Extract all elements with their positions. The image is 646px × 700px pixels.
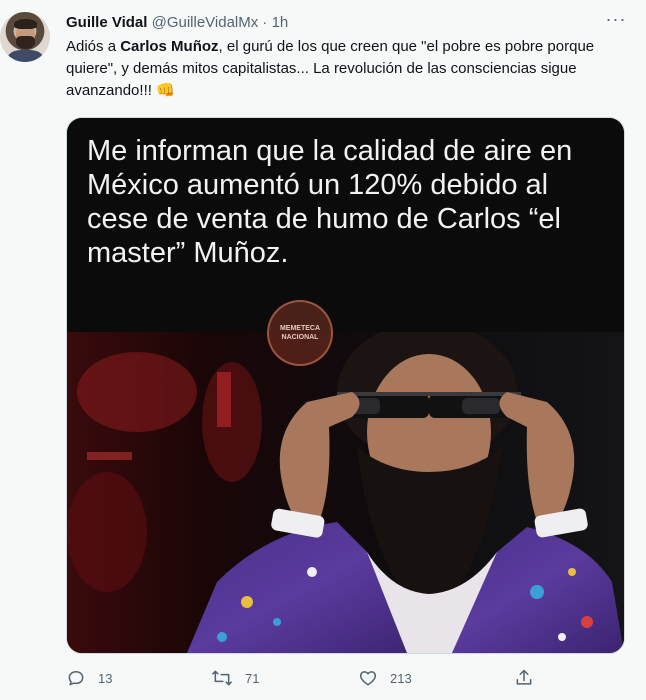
tweet-header: Guille Vidal @GuilleVidalMx · 1h — [66, 13, 626, 33]
like-icon — [358, 668, 378, 688]
avatar-beard — [16, 36, 35, 49]
avatar-shirt — [8, 50, 43, 62]
meme-caption-panel: Me informan que la calidad de aire en Mé… — [67, 118, 624, 332]
separator: · — [262, 14, 268, 31]
reply-icon — [66, 668, 86, 688]
retweet-count: 71 — [245, 670, 260, 686]
retweet-icon — [211, 668, 233, 688]
like-count: 213 — [390, 670, 412, 686]
share-button[interactable] — [514, 666, 534, 690]
meme-caption: Me informan que la calidad de aire en Mé… — [87, 135, 573, 269]
reply-button[interactable]: 13 — [66, 666, 112, 690]
author-name[interactable]: Guille Vidal — [66, 14, 147, 31]
author-handle[interactable]: @GuilleVidalMx — [152, 14, 259, 31]
watermark-stamp: MEMETECA NACIONAL — [267, 300, 333, 366]
share-icon — [514, 668, 534, 688]
tweet-text-start: Adiós a — [66, 38, 121, 55]
meme-photo — [67, 332, 624, 653]
tweet-text: Adiós a Carlos Muñoz, el gurú de los que… — [66, 36, 626, 102]
tweet[interactable]: Guille Vidal @GuilleVidalMx · 1h ··· Adi… — [0, 0, 646, 700]
more-icon[interactable]: ··· — [604, 10, 628, 32]
avatar[interactable] — [0, 12, 50, 62]
retweet-button[interactable]: 71 — [211, 666, 259, 690]
avatar-hair — [14, 19, 37, 29]
like-button[interactable]: 213 — [358, 666, 412, 690]
tweet-media[interactable]: Me informan que la calidad de aire en Mé… — [66, 117, 625, 654]
mentioned-name: Carlos Muñoz — [120, 38, 219, 55]
timestamp[interactable]: 1h — [272, 14, 289, 31]
reply-count: 13 — [98, 670, 113, 686]
tweet-actions: 13 71 213 — [66, 666, 626, 690]
fist-emoji: 👊 — [156, 82, 175, 99]
